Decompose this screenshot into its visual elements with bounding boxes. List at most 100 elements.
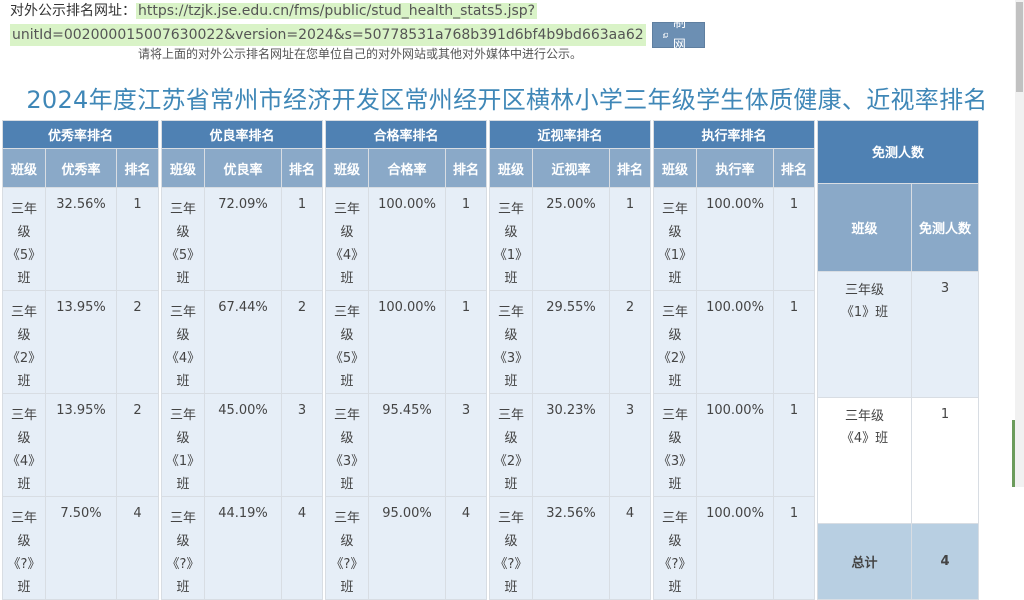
class-name-part: 三年 [169,408,196,423]
public-url-line2[interactable]: unitId=002000015007630022&version=2024&s… [10,24,646,46]
table-row: 三年级《3》班 100.00% 1 [653,393,815,497]
rate-cell: 7.50% [45,496,117,600]
class-name-part: 《3》 [329,454,365,469]
class-cell: 三年级《?》班 [653,496,697,600]
rate-cell: 29.55% [532,290,610,394]
class-name-part: 《2》 [657,351,693,366]
class-name-part: 三年 [10,408,37,423]
class-name-part: 三年 [661,202,688,217]
rank-cell: 1 [773,496,815,600]
column-header: 班级 [817,182,912,272]
class-name-part: 级 [340,328,354,343]
copy-icon [662,32,668,38]
class-name-part: 三年 [497,511,524,526]
rank-cell: 3 [281,393,323,497]
class-name-part: 级 [668,431,682,446]
class-cell: 三年级《4》班 [817,396,912,524]
class-name-part: 班 [176,374,190,389]
rank-cell: 1 [116,187,159,291]
rank-cell: 3 [445,393,487,497]
class-name-part: 班 [17,271,31,286]
rank-cell: 1 [445,290,487,394]
class-name-part: 《4》班 [840,430,889,446]
column-header: 班级 [653,148,697,188]
class-cell: 三年级《5》班 [325,290,369,394]
rank-cell: 2 [609,290,651,394]
class-name-part: 《5》 [329,351,365,366]
class-name-part: 三年 [10,305,37,320]
table-row: 三年级《?》班 7.50% 4 [2,496,159,600]
class-name-part: 三年 [333,202,360,217]
class-name-part: 《5》 [6,248,42,263]
class-name-part: 班 [340,271,354,286]
table-group-header: 优良率排名 [161,120,323,149]
column-header: 近视率 [532,148,610,188]
class-name-part: 班 [340,477,354,492]
ranking-tables: 优秀率排名 班级 优秀率 排名 三年级《5》班 32.56% 1 三年级《2》班 13.95% 2… [2,120,979,600]
class-name-part: 级 [17,431,31,446]
class-name-part: 《?》 [7,557,41,572]
copy-url-button[interactable]: 复制网址 [651,0,705,75]
class-name-part: 班 [340,374,354,389]
class-name-part: 班 [176,477,190,492]
ranking-table: 合格率排名 班级 合格率 排名 三年级《4》班 100.00% 1 三年级《5》班 100.00… [325,120,487,600]
rank-cell: 4 [116,496,159,600]
rate-cell: 45.00% [204,393,282,497]
total-label: 总计 [817,522,912,600]
class-name-part: 《4》 [165,351,201,366]
table-row: 三年级《1》班 25.00% 1 [489,187,651,291]
class-name-part: 班 [17,580,31,595]
rate-cell: 32.56% [45,187,117,291]
table-group-header: 执行率排名 [653,120,815,149]
column-header: 优秀率 [45,148,117,188]
class-name-part: 三年 [497,305,524,320]
scrollbar-thumb[interactable] [1016,2,1023,92]
class-cell: 三年级《1》班 [817,270,912,398]
column-header: 合格率 [368,148,446,188]
rank-cell: 2 [116,290,159,394]
rate-cell: 13.95% [45,290,117,394]
rate-cell: 25.00% [532,187,610,291]
class-name-part: 级 [504,328,518,343]
class-name-part: 班 [340,580,354,595]
class-cell: 三年级《3》班 [325,393,369,497]
total-value: 4 [911,522,979,600]
vertical-scrollbar[interactable] [1015,0,1024,487]
rate-cell: 67.44% [204,290,282,394]
page-title: 2024年度江苏省常州市经济开发区常州经开区横林小学三年级学生体质健康、近视率排… [26,86,988,114]
rank-cell: 3 [609,393,651,497]
class-name-part: 三年 [169,202,196,217]
class-name-part: 三年 [497,408,524,423]
class-name-part: 班 [504,580,518,595]
rate-cell: 100.00% [368,187,446,291]
table-group-header: 免测人数 [817,120,979,184]
class-name-part: 级 [17,225,31,240]
class-name-part: 三年 [333,511,360,526]
rate-cell: 100.00% [696,496,774,600]
public-url-line1[interactable]: https://tzjk.jse.edu.cn/fms/public/stud_… [136,3,538,19]
class-name-part: 三年 [333,408,360,423]
class-name-part: 三年 [661,305,688,320]
class-cell: 三年级《?》班 [325,496,369,600]
class-cell: 三年级《4》班 [161,290,205,394]
class-cell: 三年级《5》班 [161,187,205,291]
rank-cell: 1 [609,187,651,291]
ranking-table: 优良率排名 班级 优良率 排名 三年级《5》班 72.09% 1 三年级《4》班 67.44% 2… [161,120,323,600]
table-row: 三年级《4》班 13.95% 2 [2,393,159,497]
class-name-part: 《?》 [494,557,528,572]
rank-cell: 4 [609,496,651,600]
exempt-count-cell: 3 [911,270,979,398]
rate-cell: 44.19% [204,496,282,600]
url-label: 对外公示排名网址： [10,3,136,19]
rate-cell: 100.00% [696,187,774,291]
rate-cell: 32.56% [532,496,610,600]
class-name-part: 班 [504,271,518,286]
class-name-part: 《4》 [6,454,42,469]
class-name-part: 《2》 [493,454,529,469]
table-row: 三年级《2》班 30.23% 3 [489,393,651,497]
class-name-part: 三年 [169,511,196,526]
class-name-part: 《1》班 [840,304,889,320]
class-name-part: 班 [504,477,518,492]
publish-hint: 请将上面的对外公示排名网址在您单位自己的对外网站或其他对外媒体中进行公示。 [138,47,583,61]
rate-cell: 30.23% [532,393,610,497]
